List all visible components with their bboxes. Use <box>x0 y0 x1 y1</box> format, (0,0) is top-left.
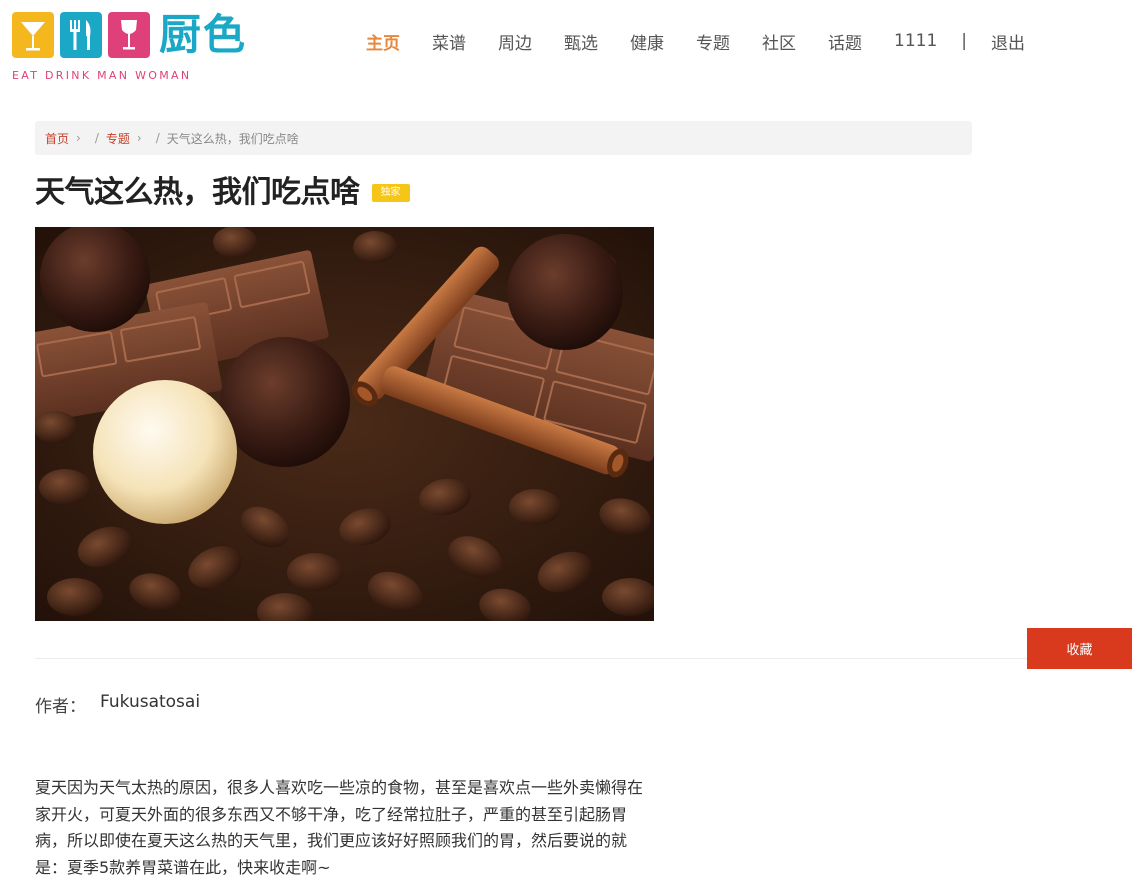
nav-discussions[interactable]: 话题 <box>820 29 870 54</box>
title-row: 天气这么热，我们吃点啥 独家 <box>35 172 410 214</box>
fork-knife-icon <box>60 12 102 58</box>
nav-logout[interactable]: 退出 <box>983 29 1033 54</box>
nav-user[interactable]: 1111 <box>886 31 945 51</box>
nav-nearby[interactable]: 周边 <box>490 29 540 54</box>
breadcrumb-chevron: › <box>136 131 142 145</box>
breadcrumb-home[interactable]: 首页 <box>45 130 69 147</box>
nav-selected[interactable]: 甄选 <box>556 29 606 54</box>
nav-community[interactable]: 社区 <box>754 29 804 54</box>
breadcrumb-chevron: › <box>76 131 81 145</box>
breadcrumb-slash: / <box>155 131 160 145</box>
logo-icons <box>12 12 150 58</box>
nav-topics[interactable]: 专题 <box>688 29 738 54</box>
author-line: 作者： Fukusatosai <box>35 692 200 717</box>
chocolate-coffee-illustration <box>35 227 654 621</box>
main-nav: 主页 菜谱 周边 甄选 健康 专题 社区 话题 1111 | 退出 <box>350 28 1041 54</box>
breadcrumb: 首页 › / 专题 › / 天气这么热，我们吃点啥 <box>35 121 972 155</box>
nav-separator: | <box>961 31 967 51</box>
article-body: 夏天因为天气太热的原因，很多人喜欢吃一些凉的食物，甚至是喜欢点一些外卖懒得在家开… <box>35 778 644 877</box>
nav-recipes[interactable]: 菜谱 <box>424 29 474 54</box>
nav-home[interactable]: 主页 <box>358 29 408 54</box>
author-name[interactable]: Fukusatosai <box>100 692 200 717</box>
logo-wordmark: 厨色 <box>159 10 248 59</box>
logo-tagline: EAT DRINK MAN WOMAN <box>12 69 192 82</box>
site-logo[interactable]: 厨色 EAT DRINK MAN WOMAN <box>12 10 252 84</box>
wine-glass-icon <box>108 12 150 58</box>
page-title: 天气这么热，我们吃点啥 <box>35 175 360 210</box>
breadcrumb-topics[interactable]: 专题 <box>106 130 130 147</box>
exclusive-badge: 独家 <box>371 184 410 202</box>
article-hero-image <box>35 227 654 621</box>
author-label: 作者： <box>35 697 86 717</box>
section-divider <box>35 658 1035 659</box>
favorite-button[interactable]: 收藏 <box>1027 628 1132 669</box>
nav-health[interactable]: 健康 <box>622 29 672 54</box>
cocktail-glass-icon <box>12 12 54 58</box>
breadcrumb-current: 天气这么热，我们吃点啥 <box>166 131 299 146</box>
breadcrumb-slash: / <box>94 131 99 145</box>
